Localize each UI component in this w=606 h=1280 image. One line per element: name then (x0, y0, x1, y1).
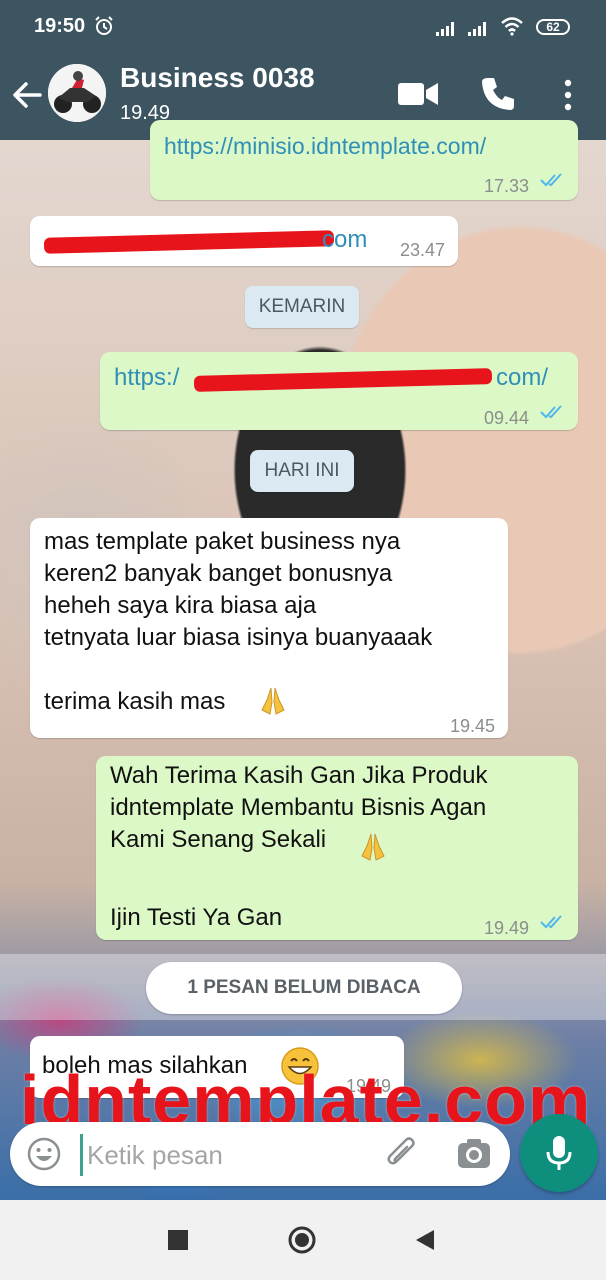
system-nav-bar (0, 1200, 606, 1280)
message-time: 09.44 (484, 408, 530, 428)
redaction-mark (43, 230, 335, 254)
date-separator-yesterday: KEMARIN (245, 286, 359, 328)
status-bar: 19:50 62 (0, 0, 606, 54)
signal-icon (436, 22, 454, 36)
praying-hands-emoji-icon (361, 833, 385, 861)
more-vert-icon[interactable] (558, 78, 578, 112)
message-time: 19.45 (450, 716, 496, 736)
attach-icon[interactable] (384, 1136, 420, 1172)
battery-icon: 62 (536, 19, 570, 35)
voice-record-button[interactable] (520, 1114, 598, 1192)
phone-icon[interactable] (480, 76, 516, 112)
read-ticks-icon (540, 405, 562, 419)
status-time: 19:50 (34, 15, 86, 37)
message-text-line: Ijin Testi Ya Gan (110, 904, 283, 931)
video-call-icon[interactable] (398, 80, 438, 108)
unread-messages-chip: 1 PESAN BELUM DIBACA (146, 962, 462, 1014)
camera-icon[interactable] (456, 1136, 492, 1172)
contact-name[interactable]: Business 0038 (120, 62, 315, 94)
message-time: 23.47 (400, 240, 446, 260)
back-arrow-icon[interactable] (10, 78, 44, 112)
back-nav-icon[interactable] (414, 1228, 436, 1252)
message-time: 19.49 (484, 918, 530, 938)
message-bubble-outgoing[interactable]: https:/ com/ 09.44 (100, 352, 578, 430)
message-input[interactable] (80, 1134, 379, 1176)
praying-hands-emoji-icon (261, 687, 285, 715)
message-link[interactable]: https://minisio.idntemplate.com/ (164, 130, 486, 162)
message-bubble-outgoing[interactable]: Wah Terima Kasih Gan Jika Produk idntemp… (96, 756, 578, 940)
read-ticks-icon (540, 173, 562, 187)
battery-level: 62 (546, 20, 560, 34)
read-ticks-icon (540, 915, 562, 929)
alarm-icon (95, 16, 113, 35)
message-link-suffix[interactable]: com/ (496, 362, 548, 394)
emoji-icon[interactable] (26, 1136, 62, 1172)
message-bubble-incoming[interactable]: com 23.47 (30, 216, 458, 266)
wifi-icon (501, 17, 523, 36)
message-bubble-outgoing[interactable]: https://minisio.idntemplate.com/ 17.33 (150, 120, 578, 200)
message-link-suffix[interactable]: com (322, 224, 367, 256)
message-time: 17.33 (484, 176, 530, 196)
message-text: Wah Terima Kasih Gan Jika Produk idntemp… (110, 762, 488, 853)
message-link-prefix[interactable]: https:/ (114, 362, 179, 394)
redaction-mark (193, 368, 493, 392)
contact-avatar[interactable] (48, 64, 106, 122)
motorbike-avatar-icon (48, 64, 106, 122)
mic-icon (546, 1136, 572, 1170)
message-bubble-incoming[interactable]: mas template paket business nya keren2 b… (30, 518, 508, 738)
recents-nav-icon[interactable] (168, 1230, 188, 1250)
home-nav-icon[interactable] (288, 1226, 316, 1254)
date-separator-today: HARI INI (250, 450, 354, 492)
message-composer (10, 1122, 510, 1186)
signal-icon-2 (468, 22, 486, 36)
